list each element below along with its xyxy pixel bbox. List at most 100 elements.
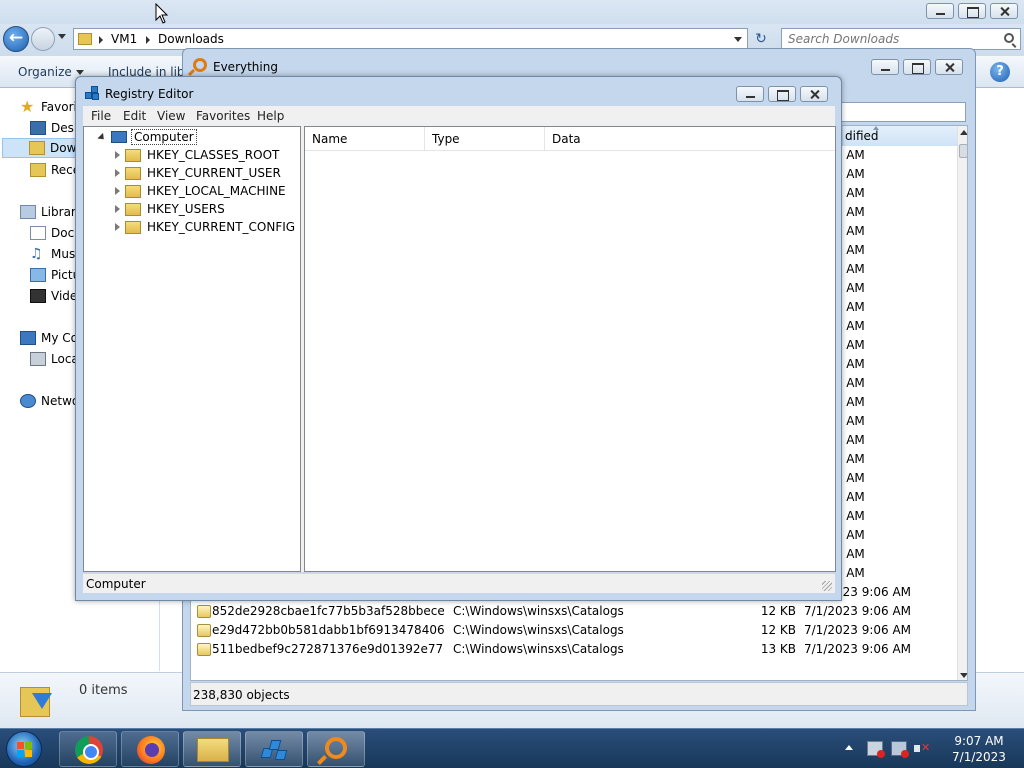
- nav-recent[interactable]: Rece: [30, 160, 80, 180]
- tree-node-hkcr[interactable]: HKEY_CLASSES_ROOT: [115, 146, 279, 164]
- menu-edit[interactable]: Edit: [123, 109, 146, 123]
- recent-pages-dropdown[interactable]: [58, 34, 66, 39]
- minimize-button[interactable]: [736, 86, 764, 102]
- tree-label: HKEY_USERS: [147, 202, 225, 216]
- menu-file[interactable]: File: [91, 109, 111, 123]
- column-label: dified: [845, 129, 879, 143]
- address-bar[interactable]: VM1 Downloads: [73, 28, 748, 50]
- scroll-down-icon[interactable]: [960, 673, 967, 678]
- scroll-thumb[interactable]: [959, 144, 967, 158]
- back-button[interactable]: ←: [3, 26, 29, 52]
- expand-icon[interactable]: [115, 151, 120, 159]
- help-icon[interactable]: ?: [990, 62, 1010, 82]
- date-modified: 7/1/2023 9:06 AM: [804, 623, 912, 637]
- nav-local-disk[interactable]: Loca: [30, 349, 79, 369]
- taskbar: 9:07 AM 7/1/2023: [0, 728, 1024, 768]
- chrome-icon: [75, 736, 103, 764]
- scroll-up-icon[interactable]: [960, 130, 967, 135]
- column-type[interactable]: Type: [425, 127, 545, 151]
- table-row[interactable]: 852de2928cbae1fc77b5b3af528bbece4e94... C…: [191, 602, 957, 621]
- nav-favorites[interactable]: ★ Favori: [20, 97, 77, 117]
- address-dropdown-icon[interactable]: [734, 37, 742, 42]
- file-path: C:\Windows\winsxs\Catalogs: [453, 623, 624, 637]
- search-input[interactable]: [788, 31, 998, 47]
- music-icon: ♫: [30, 246, 43, 262]
- nav-network[interactable]: Netwo: [20, 391, 79, 411]
- taskbar-explorer[interactable]: [183, 731, 241, 767]
- tree-node-hku[interactable]: HKEY_USERS: [115, 200, 225, 218]
- explorer-titlebar[interactable]: [0, 0, 1024, 24]
- breadcrumb-vm1[interactable]: VM1: [111, 32, 137, 46]
- refresh-icon[interactable]: ↻: [752, 30, 770, 48]
- taskbar-chrome[interactable]: [59, 731, 117, 767]
- close-button[interactable]: [935, 59, 963, 75]
- forward-button[interactable]: [31, 27, 55, 51]
- clock[interactable]: 9:07 AM 7/1/2023: [944, 733, 1014, 765]
- nav-pictures[interactable]: Pictu: [30, 265, 80, 285]
- menu-bar: File Edit View Favorites Help: [83, 106, 835, 126]
- search-icon[interactable]: [1004, 33, 1014, 43]
- column-data[interactable]: Data: [545, 127, 835, 151]
- date-modified: 7/1/2023 9:06 AM: [804, 604, 912, 618]
- network-icon[interactable]: [891, 741, 909, 758]
- action-center-icon[interactable]: [867, 741, 885, 758]
- nav-videos[interactable]: Vide: [30, 286, 77, 306]
- folder-icon: [125, 166, 141, 180]
- maximize-button[interactable]: [768, 86, 796, 102]
- taskbar-firefox[interactable]: [121, 731, 179, 767]
- expand-icon[interactable]: [115, 169, 120, 177]
- expand-icon[interactable]: [115, 223, 120, 231]
- organize-label: Organize: [18, 65, 72, 79]
- catalog-file-icon: [197, 605, 211, 618]
- show-hidden-icons-button[interactable]: [845, 745, 853, 750]
- tree-node-hklm[interactable]: HKEY_LOCAL_MACHINE: [115, 182, 286, 200]
- explorer-window-controls: [926, 3, 1018, 19]
- maximize-button[interactable]: [903, 59, 931, 75]
- resize-grip[interactable]: [822, 581, 832, 591]
- taskbar-regedit[interactable]: [245, 731, 303, 767]
- file-path: C:\Windows\winsxs\Catalogs: [453, 604, 624, 618]
- nav-music[interactable]: ♫ Mus: [30, 244, 75, 264]
- everything-search-input[interactable]: [836, 102, 966, 122]
- start-button[interactable]: [6, 731, 42, 767]
- volume-muted-icon[interactable]: [914, 741, 930, 756]
- expand-icon[interactable]: [97, 132, 107, 142]
- vertical-scrollbar[interactable]: [957, 126, 967, 680]
- organize-button[interactable]: Organize: [18, 65, 84, 79]
- column-name[interactable]: Name: [305, 127, 425, 151]
- expand-icon[interactable]: [115, 205, 120, 213]
- everything-logo-icon: [193, 58, 207, 72]
- maximize-button[interactable]: [958, 3, 986, 19]
- sort-ascending-icon: [873, 126, 879, 130]
- taskbar-everything[interactable]: [307, 731, 365, 767]
- tree-node-computer[interactable]: Computer: [97, 128, 197, 146]
- nav-desktop[interactable]: Desk: [30, 118, 81, 138]
- values-header: Name Type Data: [305, 127, 835, 151]
- nav-computer[interactable]: My Co: [20, 328, 78, 348]
- file-size: 12 KB: [760, 604, 796, 618]
- status-path: Computer: [86, 577, 146, 591]
- expand-icon[interactable]: [115, 187, 120, 195]
- libraries-icon: [20, 205, 36, 219]
- date-modified: 7/1/2023 9:06 AM: [804, 642, 912, 656]
- nav-libraries[interactable]: Librari: [20, 202, 79, 222]
- column-date-modified[interactable]: dified: [842, 126, 957, 146]
- minimize-button[interactable]: [871, 59, 899, 75]
- search-box[interactable]: [781, 28, 1021, 50]
- menu-view[interactable]: View: [157, 109, 185, 123]
- nav-label: Favori: [41, 100, 77, 114]
- table-row[interactable]: 511bedbef9c272871376e9d01392e77053c6... C…: [191, 640, 957, 659]
- chevron-right-icon[interactable]: [99, 36, 103, 44]
- registry-editor-window: Registry Editor File Edit View Favorites…: [75, 76, 842, 601]
- system-tray: 9:07 AM 7/1/2023: [834, 729, 1024, 768]
- close-button[interactable]: [990, 3, 1018, 19]
- tree-node-hkcc[interactable]: HKEY_CURRENT_CONFIG: [115, 218, 295, 236]
- menu-help[interactable]: Help: [257, 109, 284, 123]
- menu-favorites[interactable]: Favorites: [196, 109, 250, 123]
- close-button[interactable]: [800, 86, 828, 102]
- tree-node-hkcu[interactable]: HKEY_CURRENT_USER: [115, 164, 281, 182]
- table-row[interactable]: e29d472bb0b581dabb1bf6913478406445ec... C…: [191, 621, 957, 640]
- minimize-button[interactable]: [926, 3, 954, 19]
- breadcrumb-downloads[interactable]: Downloads: [158, 32, 224, 46]
- chevron-right-icon[interactable]: [146, 36, 150, 44]
